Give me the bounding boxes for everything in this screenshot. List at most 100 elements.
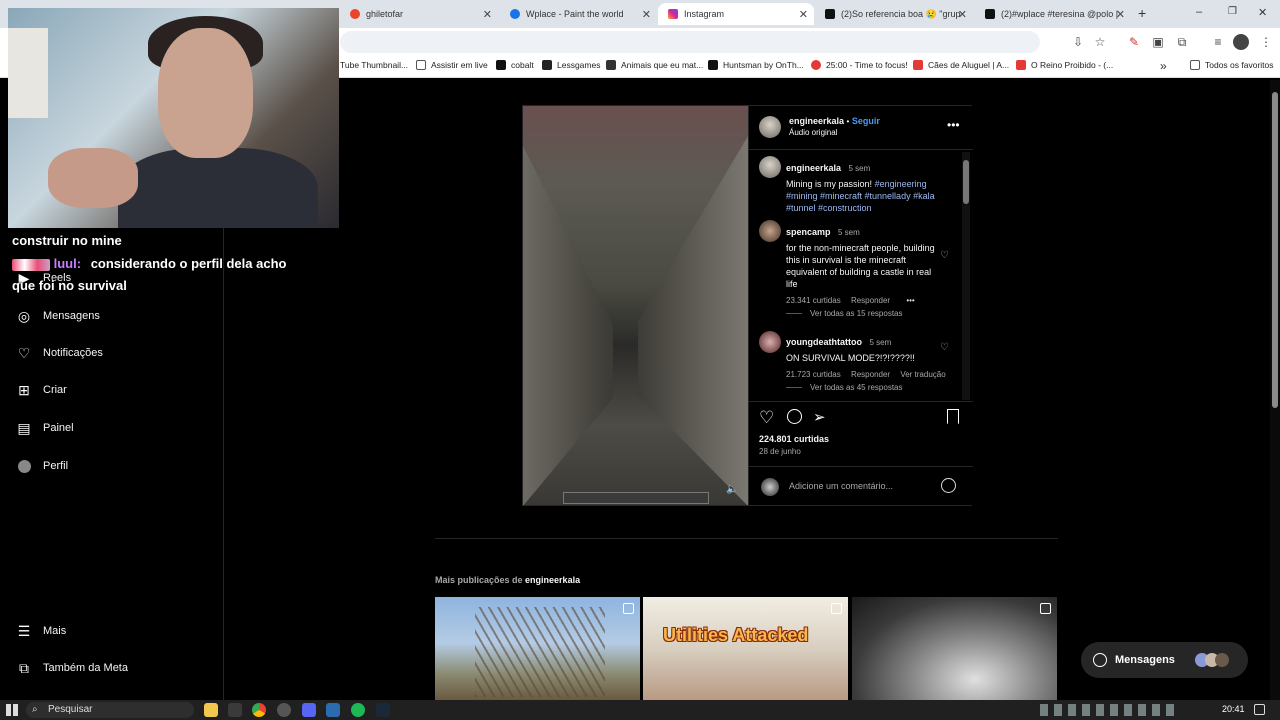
close-window-button[interactable]: ✕ bbox=[1258, 6, 1267, 19]
tab-instagram[interactable]: Instagram ✕ bbox=[658, 3, 814, 25]
bookmark-item[interactable]: O Reino Proibido - (... bbox=[1016, 60, 1113, 70]
bookmark-item[interactable]: Animais que eu mat... bbox=[606, 60, 703, 70]
address-input[interactable] bbox=[340, 31, 1040, 53]
caption-avatar[interactable] bbox=[759, 156, 781, 178]
messages-floating-button[interactable]: Mensagens bbox=[1081, 642, 1248, 678]
close-tab-icon[interactable]: ✕ bbox=[642, 8, 651, 21]
comment-avatar[interactable] bbox=[759, 220, 781, 242]
close-tab-icon[interactable]: ✕ bbox=[1116, 8, 1125, 21]
comment-like-heart-icon[interactable]: ♡ bbox=[940, 250, 949, 261]
tab-tiktok-2[interactable]: (2)#wplace #teresina @polo | w ✕ bbox=[975, 3, 1131, 25]
bookmark-item[interactable]: cobalt bbox=[496, 60, 534, 70]
sidebar-item-mais[interactable]: ☰ Mais bbox=[16, 623, 67, 639]
comment-like-heart-icon[interactable]: ♡ bbox=[940, 342, 949, 353]
pen-extension-icon[interactable]: ✎ bbox=[1126, 34, 1142, 50]
share-send-icon[interactable]: ➢ bbox=[813, 408, 826, 426]
bookmark-item[interactable]: Tube Thumbnail... bbox=[340, 60, 408, 70]
comment-bubble-icon[interactable] bbox=[787, 409, 802, 424]
audio-label[interactable]: Áudio original bbox=[789, 128, 837, 137]
puzzle-icon[interactable]: ⧉ bbox=[1174, 34, 1190, 50]
bookmark-star-icon[interactable]: ☆ bbox=[1092, 34, 1108, 50]
emoji-icon[interactable] bbox=[941, 478, 956, 493]
bookmarks-overflow-icon[interactable]: » bbox=[1160, 59, 1167, 73]
all-bookmarks-button[interactable]: Todos os favoritos bbox=[1190, 60, 1274, 70]
tab-wplace[interactable]: Wplace - Paint the world ✕ bbox=[500, 3, 657, 25]
reel-video[interactable]: 🔈 bbox=[523, 106, 748, 505]
avatar-icon bbox=[16, 458, 32, 474]
follow-button[interactable]: Seguir bbox=[852, 116, 880, 126]
comment-likes[interactable]: 21.723 curtidas bbox=[786, 370, 841, 379]
windows-start-icon[interactable] bbox=[6, 704, 18, 716]
sidebar-item-painel[interactable]: ▤ Painel bbox=[16, 420, 73, 436]
author-username[interactable]: engineerkala bbox=[789, 116, 844, 126]
page-scrollbar[interactable] bbox=[1270, 80, 1280, 700]
system-tray-icons[interactable] bbox=[1040, 704, 1180, 716]
comment-avatar[interactable] bbox=[759, 331, 781, 353]
bookmark-item[interactable]: Lessgames bbox=[542, 60, 600, 70]
bookmark-item[interactable]: 25:00 - Time to focus! bbox=[811, 60, 908, 70]
mute-icon[interactable]: 🔈 bbox=[726, 484, 738, 495]
sidebar-item-perfil[interactable]: Perfil bbox=[16, 458, 68, 474]
tab-ghiletofar[interactable]: ghiletofar ✕ bbox=[340, 3, 498, 25]
comments-scrollbar[interactable] bbox=[962, 152, 970, 400]
new-tab-button[interactable]: + bbox=[1138, 5, 1146, 21]
more-post-thumbnail[interactable]: Utilities Attacked bbox=[643, 597, 848, 700]
author-avatar[interactable] bbox=[759, 116, 781, 138]
sidebar-item-mensagens[interactable]: ◎ Mensagens bbox=[16, 308, 100, 324]
file-explorer-icon[interactable] bbox=[204, 703, 218, 717]
view-replies-button[interactable]: Ver todas as 15 respostas bbox=[786, 309, 903, 318]
profile-avatar-icon[interactable] bbox=[1233, 34, 1249, 50]
app-icon[interactable] bbox=[326, 703, 340, 717]
more-post-thumbnail[interactable] bbox=[435, 597, 640, 700]
comment-username[interactable]: youngdeathtattoo bbox=[786, 337, 862, 347]
comment-likes[interactable]: 23.341 curtidas bbox=[786, 296, 841, 305]
bookmark-item[interactable]: Assistir em live bbox=[416, 60, 488, 70]
bookmark-item[interactable]: Cães de Aluguel | A... bbox=[913, 60, 1009, 70]
reply-button[interactable]: Responder bbox=[851, 296, 890, 305]
more-post-thumbnail[interactable] bbox=[852, 597, 1057, 700]
chrome-icon[interactable] bbox=[252, 703, 266, 717]
close-tab-icon[interactable]: ✕ bbox=[483, 8, 492, 21]
sidebar-item-label: Notificações bbox=[43, 347, 103, 359]
discord-icon[interactable] bbox=[302, 703, 316, 717]
save-bookmark-icon[interactable] bbox=[947, 409, 959, 424]
spotify-icon[interactable] bbox=[351, 703, 365, 717]
scrollbar-thumb[interactable] bbox=[1272, 92, 1278, 408]
minimize-button[interactable]: – bbox=[1196, 6, 1202, 18]
taskbar-clock[interactable]: 20:41 bbox=[1222, 704, 1245, 714]
comment-input[interactable]: Adicione um comentário... bbox=[789, 481, 893, 491]
sidebar-item-notificacoes[interactable]: ♡ Notificações bbox=[16, 345, 103, 361]
taskbar-search[interactable]: ⌕ Pesquisar bbox=[26, 702, 194, 718]
more-posts-username[interactable]: engineerkala bbox=[525, 575, 580, 585]
plus-square-icon: ⊞ bbox=[18, 381, 30, 398]
comment-text: ON SURVIVAL MODE?!?!????!! bbox=[786, 353, 915, 363]
extension-icon[interactable]: ▣ bbox=[1150, 34, 1166, 50]
maximize-button[interactable]: ❐ bbox=[1228, 6, 1237, 17]
chat-message-line: construir no mine bbox=[12, 233, 122, 248]
notification-icon[interactable] bbox=[1254, 704, 1265, 715]
post-options-icon[interactable]: ••• bbox=[947, 118, 960, 132]
kebab-menu-icon[interactable]: ⋮ bbox=[1258, 34, 1274, 50]
sidebar-item-tambem-da-meta[interactable]: ⧉ Também da Meta bbox=[16, 660, 128, 676]
close-tab-icon[interactable]: ✕ bbox=[799, 8, 808, 21]
comment-options-icon[interactable]: ••• bbox=[906, 296, 914, 305]
scrollbar-thumb[interactable] bbox=[963, 160, 969, 204]
install-app-icon[interactable]: ⇩ bbox=[1070, 34, 1086, 50]
conversation-avatars bbox=[1194, 653, 1229, 667]
view-replies-button[interactable]: Ver todas as 45 respostas bbox=[786, 383, 903, 392]
like-heart-icon[interactable]: ♡ bbox=[759, 408, 774, 428]
obs-icon[interactable] bbox=[277, 703, 291, 717]
caption-username[interactable]: engineerkala bbox=[786, 163, 841, 173]
capcut-icon[interactable] bbox=[228, 703, 242, 717]
bookmark-item[interactable]: Huntsman by OnTh... bbox=[708, 60, 804, 70]
sidebar-item-criar[interactable]: ⊞ Criar bbox=[16, 382, 67, 398]
close-tab-icon[interactable]: ✕ bbox=[958, 8, 967, 21]
translate-button[interactable]: Ver tradução bbox=[900, 370, 945, 379]
likes-count[interactable]: 224.801 curtidas bbox=[759, 434, 829, 444]
reply-button[interactable]: Responder bbox=[851, 370, 890, 379]
steam-icon[interactable] bbox=[376, 703, 390, 717]
sidebar-item-label: Criar bbox=[43, 384, 67, 396]
comment-username[interactable]: spencamp bbox=[786, 227, 831, 237]
tab-tiktok-1[interactable]: (2)So referencia boa 😢 "grupo ✕ bbox=[815, 3, 973, 25]
media-controls-icon[interactable]: ≡ bbox=[1210, 34, 1226, 50]
